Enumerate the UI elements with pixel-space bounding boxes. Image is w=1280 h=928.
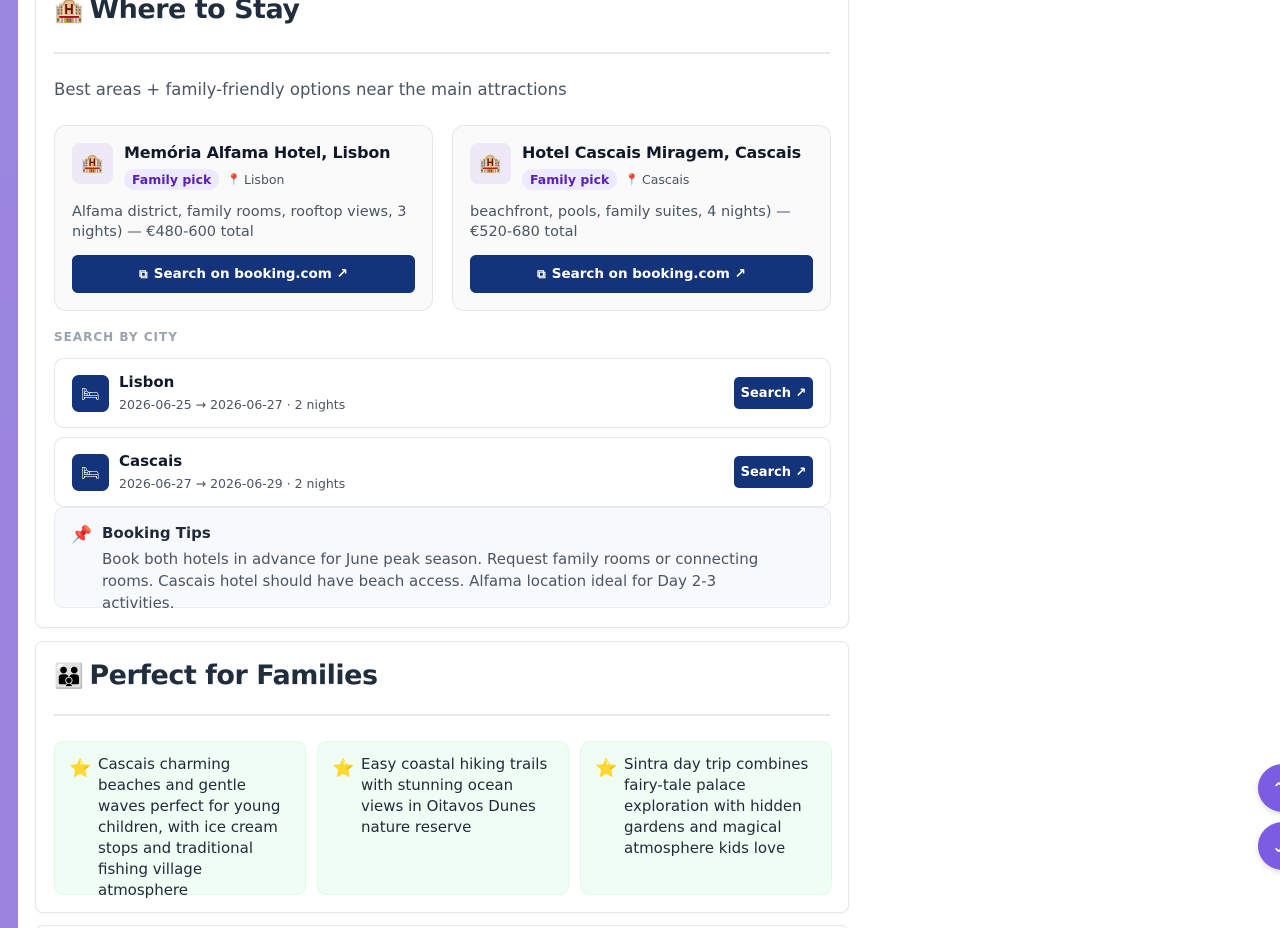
booking-tips-box: 📌 Booking Tips Book both hotels in advan…: [54, 507, 831, 612]
external-link-icon: ⧉: [537, 266, 546, 281]
section-title-text: Where to Stay: [89, 0, 300, 25]
hotel-icon: 🏨: [72, 143, 113, 184]
hotel-location: 📍 Lisbon: [227, 172, 284, 187]
location-label: Lisbon: [244, 172, 285, 187]
family-highlight-text: Cascais charming beaches and gentle wave…: [98, 755, 281, 899]
button-label: Search on booking.com ↗: [551, 266, 746, 282]
button-label: Search on booking.com ↗: [153, 266, 348, 282]
family-pick-badge: Family pick: [124, 169, 220, 190]
where-to-stay-card: 🏨 Where to Stay Best areas + family-frie…: [35, 0, 849, 628]
city-search-button[interactable]: Search ↗: [734, 456, 813, 488]
families-card: 👪 Perfect for Families ⭐ Cascais charmin…: [35, 641, 849, 913]
section-divider: [54, 714, 830, 716]
city-dates: 2026-06-25 → 2026-06-27 · 2 nights: [119, 397, 346, 412]
city-name: Lisbon: [119, 373, 175, 391]
family-highlight-text: Easy coastal hiking trails with stunning…: [361, 755, 548, 836]
families-title: 👪 Perfect for Families: [54, 660, 378, 691]
city-row-lisbon: 🛏 Lisbon 2026-06-25 → 2026-06-27 · 2 nig…: [54, 358, 831, 428]
hotel-card-cascais-miragem: 🏨 Hotel Cascais Miragem, Cascais Family …: [452, 125, 831, 311]
family-highlight-text: Sintra day trip combines fairy-tale pala…: [624, 755, 809, 857]
sidebar-edge: [0, 0, 18, 928]
booking-tips-body: Book both hotels in advance for June pea…: [102, 550, 759, 612]
city-dates: 2026-06-27 → 2026-06-29 · 2 nights: [119, 476, 346, 491]
hotel-emoji-icon: 🏨: [54, 0, 84, 24]
star-icon: ⭐: [69, 758, 92, 779]
city-name: Cascais: [119, 452, 183, 470]
booking-tips-title: Booking Tips: [102, 524, 211, 542]
location-label: Cascais: [642, 172, 690, 187]
hotel-badges: Family pick 📍 Lisbon: [124, 169, 284, 190]
star-icon: ⭐: [332, 758, 355, 779]
family-highlight-card: ⭐ Cascais charming beaches and gentle wa…: [54, 741, 306, 899]
family-pick-badge: Family pick: [522, 169, 618, 190]
hotel-location: 📍 Cascais: [625, 172, 689, 187]
section-divider: [54, 52, 830, 54]
hotel-badges: Family pick 📍 Cascais: [522, 169, 689, 190]
external-link-icon: ⧉: [139, 266, 148, 281]
scroll-down-button[interactable]: ⌄: [1258, 822, 1280, 870]
search-booking-button[interactable]: ⧉ Search on booking.com ↗: [470, 255, 813, 293]
hotel-name: Memória Alfama Hotel, Lisbon: [124, 143, 391, 162]
map-pin-icon: 📍: [625, 173, 639, 186]
section-title-text: Perfect for Families: [89, 660, 378, 691]
scroll-up-button[interactable]: ⌃: [1258, 764, 1280, 812]
family-highlight-card: ⭐ Sintra day trip combines fairy-tale pa…: [580, 741, 832, 895]
search-by-city-label: SEARCH BY CITY: [54, 330, 178, 344]
where-to-stay-title: 🏨 Where to Stay: [54, 0, 300, 25]
star-icon: ⭐: [595, 758, 618, 779]
hotel-description: beachfront, pools, family suites, 4 nigh…: [470, 204, 791, 240]
bed-icon: 🛏: [72, 375, 109, 412]
family-highlight-card: ⭐ Easy coastal hiking trails with stunni…: [317, 741, 569, 895]
hotel-card-memoria-alfama: 🏨 Memória Alfama Hotel, Lisbon Family pi…: [54, 125, 433, 311]
city-search-button[interactable]: Search ↗: [734, 377, 813, 409]
pushpin-icon: 📌: [71, 525, 93, 545]
bed-icon: 🛏: [72, 454, 109, 491]
search-booking-button[interactable]: ⧉ Search on booking.com ↗: [72, 255, 415, 293]
family-emoji-icon: 👪: [54, 661, 84, 690]
hotel-name: Hotel Cascais Miragem, Cascais: [522, 143, 801, 162]
hotel-description: Alfama district, family rooms, rooftop v…: [72, 204, 407, 240]
hotel-icon: 🏨: [470, 143, 511, 184]
map-pin-icon: 📍: [227, 173, 241, 186]
city-row-cascais: 🛏 Cascais 2026-06-27 → 2026-06-29 · 2 ni…: [54, 437, 831, 507]
section-subtitle: Best areas + family-friendly options nea…: [54, 80, 567, 99]
